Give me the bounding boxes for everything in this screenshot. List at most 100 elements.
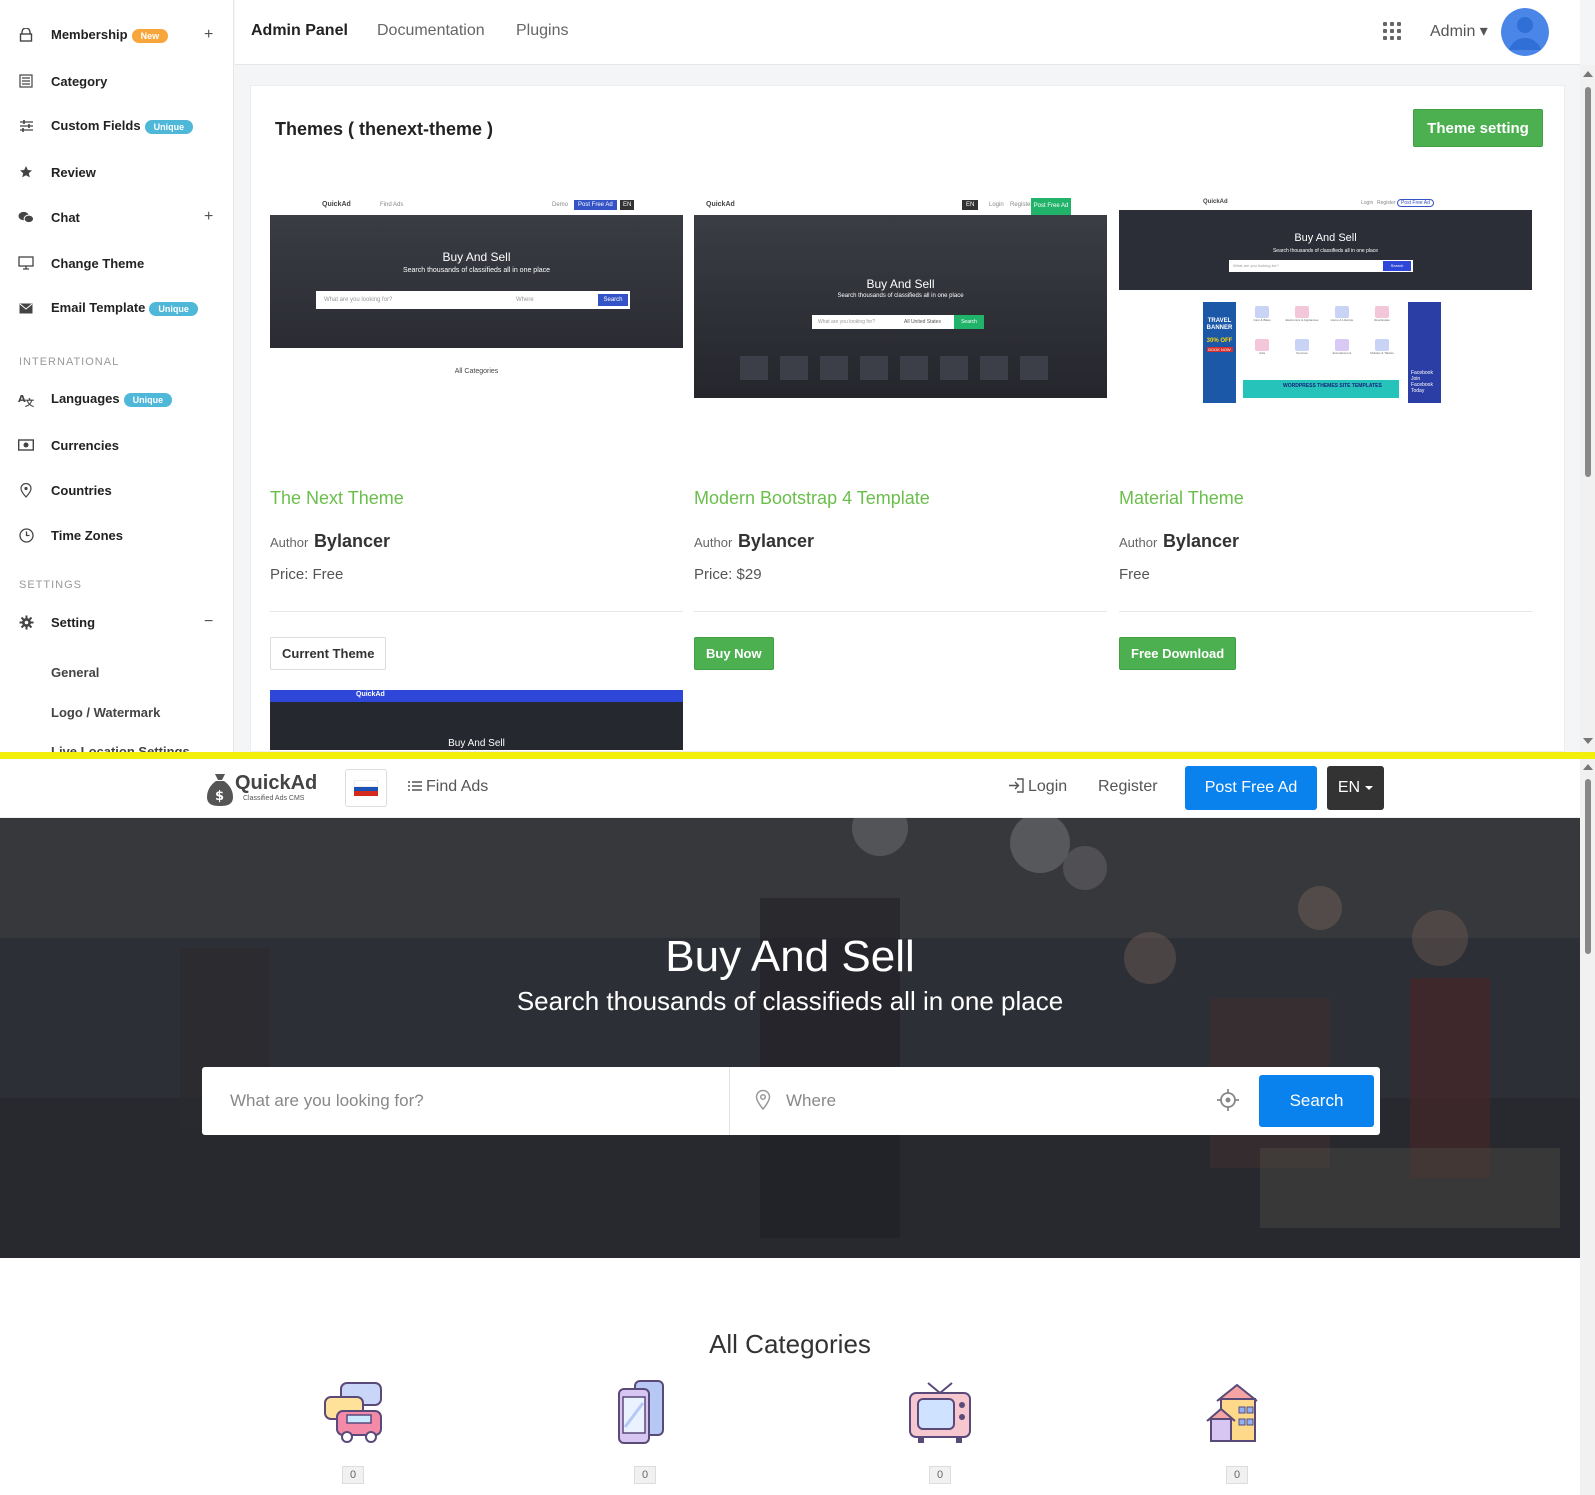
preview-brand: QuickAd: [356, 691, 385, 698]
country-flag-button[interactable]: [345, 769, 387, 807]
preview-facebook-banner: Facebook Join Facebook Today: [1408, 302, 1441, 403]
preview-cat: Electronics & Appliances: [1282, 306, 1322, 333]
theme-name[interactable]: Material Theme: [1119, 488, 1244, 509]
sidebar-item-languages[interactable]: A文 Languages Unique: [0, 384, 234, 414]
search-input[interactable]: [202, 1067, 730, 1135]
expand-plus-icon[interactable]: +: [204, 208, 213, 226]
category-mobiles[interactable]: 0: [605, 1379, 685, 1495]
new-badge: New: [131, 28, 169, 43]
sidebar-item-change-theme[interactable]: Change Theme: [0, 248, 234, 278]
svg-text:文: 文: [24, 397, 34, 407]
russia-flag-icon: [354, 780, 378, 797]
admin-user-dropdown[interactable]: Admin ▾: [1430, 21, 1488, 41]
theme-preview-next-row2[interactable]: QuickAd Buy And Sell: [270, 690, 683, 750]
scrollbar-thumb[interactable]: [1585, 779, 1591, 954]
preview-search-placeholder: What are you looking for?: [818, 319, 875, 325]
location-input[interactable]: [786, 1067, 1216, 1135]
free-download-button[interactable]: Free Download: [1119, 637, 1237, 670]
search-bar: Search: [202, 1067, 1380, 1135]
search-button[interactable]: Search: [1259, 1075, 1374, 1127]
theme-name[interactable]: The Next Theme: [270, 488, 404, 509]
scrollbar[interactable]: [1580, 759, 1595, 1495]
preview-search-bar: What are you looking for? Search: [1229, 260, 1413, 272]
language-dropdown[interactable]: EN: [1327, 766, 1384, 810]
sidebar-item-review[interactable]: Review: [0, 157, 234, 187]
author-name: Bylancer: [737, 531, 814, 551]
preview-cat: Home & Lifestyle: [1322, 306, 1362, 333]
scrollbar-thumb[interactable]: [1585, 87, 1591, 477]
electronics-icon: [909, 1382, 971, 1443]
nav-plugins[interactable]: Plugins: [516, 22, 568, 40]
preview-hero-sub: Search thousands of classifieds all in o…: [1272, 248, 1379, 254]
sidebar-item-category[interactable]: Category: [0, 66, 234, 96]
login-link[interactable]: Login: [1008, 778, 1067, 796]
svg-text:$: $: [215, 789, 224, 804]
theme-price: Price: $29: [694, 566, 762, 583]
preview-cat-tile: [980, 356, 1008, 380]
apps-grid-icon[interactable]: [1383, 22, 1401, 40]
category-real-estate[interactable]: 0: [1197, 1379, 1277, 1495]
preview-search-button: Search: [954, 315, 984, 329]
category-electronics[interactable]: 0: [900, 1379, 980, 1495]
theme-setting-button[interactable]: Theme setting: [1413, 109, 1543, 147]
preview-search-placeholder: What are you looking for?: [324, 297, 393, 303]
gear-icon: [18, 614, 34, 630]
sidebar-item-membership[interactable]: Membership New +: [0, 20, 234, 50]
theme-name[interactable]: Modern Bootstrap 4 Template: [694, 488, 930, 509]
expand-plus-icon[interactable]: +: [204, 26, 213, 44]
login-icon: [1008, 778, 1024, 793]
scroll-down-arrow-icon[interactable]: [1583, 738, 1593, 744]
preview-navbar: QuickAd Find Ads Demo Post Free Ad EN: [270, 198, 683, 215]
list-icon: [408, 779, 422, 791]
author-name: Bylancer: [1162, 531, 1239, 551]
current-theme-button[interactable]: Current Theme: [270, 637, 387, 670]
scrollbar[interactable]: [1580, 65, 1595, 752]
sidebar-subitem-general[interactable]: General: [51, 665, 99, 680]
find-ads-link[interactable]: Find Ads: [408, 778, 488, 796]
preview-search-bar: What are you looking for? Where Search: [316, 291, 630, 309]
sidebar-item-custom-fields[interactable]: Custom Fields Unique: [0, 111, 234, 141]
preview-post-button: Post Free Ad: [1397, 199, 1434, 207]
sidebar-item-email-template[interactable]: Email Template Unique: [0, 293, 234, 323]
sidebar-item-label: Email Template: [51, 300, 146, 316]
sidebar-item-chat[interactable]: Chat +: [0, 202, 234, 232]
envelope-icon: [18, 300, 34, 316]
sidebar-item-time-zones[interactable]: Time Zones: [0, 520, 234, 550]
sliders-icon: [18, 118, 34, 134]
logo[interactable]: $ QuickAd Classified Ads CMS: [207, 770, 327, 808]
buy-now-button[interactable]: Buy Now: [694, 637, 774, 670]
unique-badge: Unique: [123, 392, 173, 407]
post-free-ad-button[interactable]: Post Free Ad: [1185, 766, 1317, 810]
preview-hero-sub: Search thousands of classifieds all in o…: [402, 267, 551, 274]
theme-preview-material[interactable]: QuickAd Login Register Post Free Ad Buy …: [1119, 198, 1532, 403]
sidebar-subitem-logo-watermark[interactable]: Logo / Watermark: [51, 705, 160, 720]
scroll-up-arrow-icon[interactable]: [1583, 71, 1593, 77]
nav-documentation[interactable]: Documentation: [377, 22, 485, 40]
sidebar-subitem-live-location[interactable]: Live Location Settings: [51, 744, 190, 752]
nav-admin-panel[interactable]: Admin Panel: [251, 22, 348, 40]
preview-hero-title: Buy And Sell: [448, 738, 505, 749]
preview-cat: Jobs: [1242, 339, 1282, 366]
sidebar-item-setting[interactable]: Setting −: [0, 607, 234, 637]
category-count: 0: [929, 1466, 951, 1484]
unique-badge: Unique: [149, 301, 198, 316]
theme-preview-modern[interactable]: QuickAd EN Login Register Post Free Ad B…: [694, 198, 1107, 398]
scroll-up-arrow-icon[interactable]: [1583, 764, 1593, 770]
sidebar-item-label: Chat: [51, 209, 80, 225]
cars-icon: [324, 1382, 382, 1443]
collapse-minus-icon[interactable]: −: [204, 613, 213, 631]
register-link[interactable]: Register: [1098, 778, 1158, 796]
sidebar-item-countries[interactable]: Countries: [0, 475, 234, 505]
preview-category-tiles: [740, 356, 1060, 380]
preview-hero: Buy And Sell Search thousands of classif…: [270, 215, 683, 348]
category-cars[interactable]: 0: [313, 1379, 393, 1495]
preview-find-ads: Find Ads: [380, 202, 404, 208]
admin-panel-window: Membership New + Category Custom Fields Un…: [0, 0, 1595, 752]
avatar[interactable]: [1501, 8, 1549, 56]
sidebar-item-currencies[interactable]: Currencies: [0, 430, 234, 460]
theme-preview-next[interactable]: QuickAd Find Ads Demo Post Free Ad EN Bu…: [270, 198, 683, 383]
locate-crosshair-icon[interactable]: [1217, 1089, 1239, 1116]
category-count: 0: [342, 1466, 364, 1484]
preview-cat: Cars & Bikes: [1242, 306, 1282, 333]
preview-register: Register: [1010, 202, 1033, 208]
